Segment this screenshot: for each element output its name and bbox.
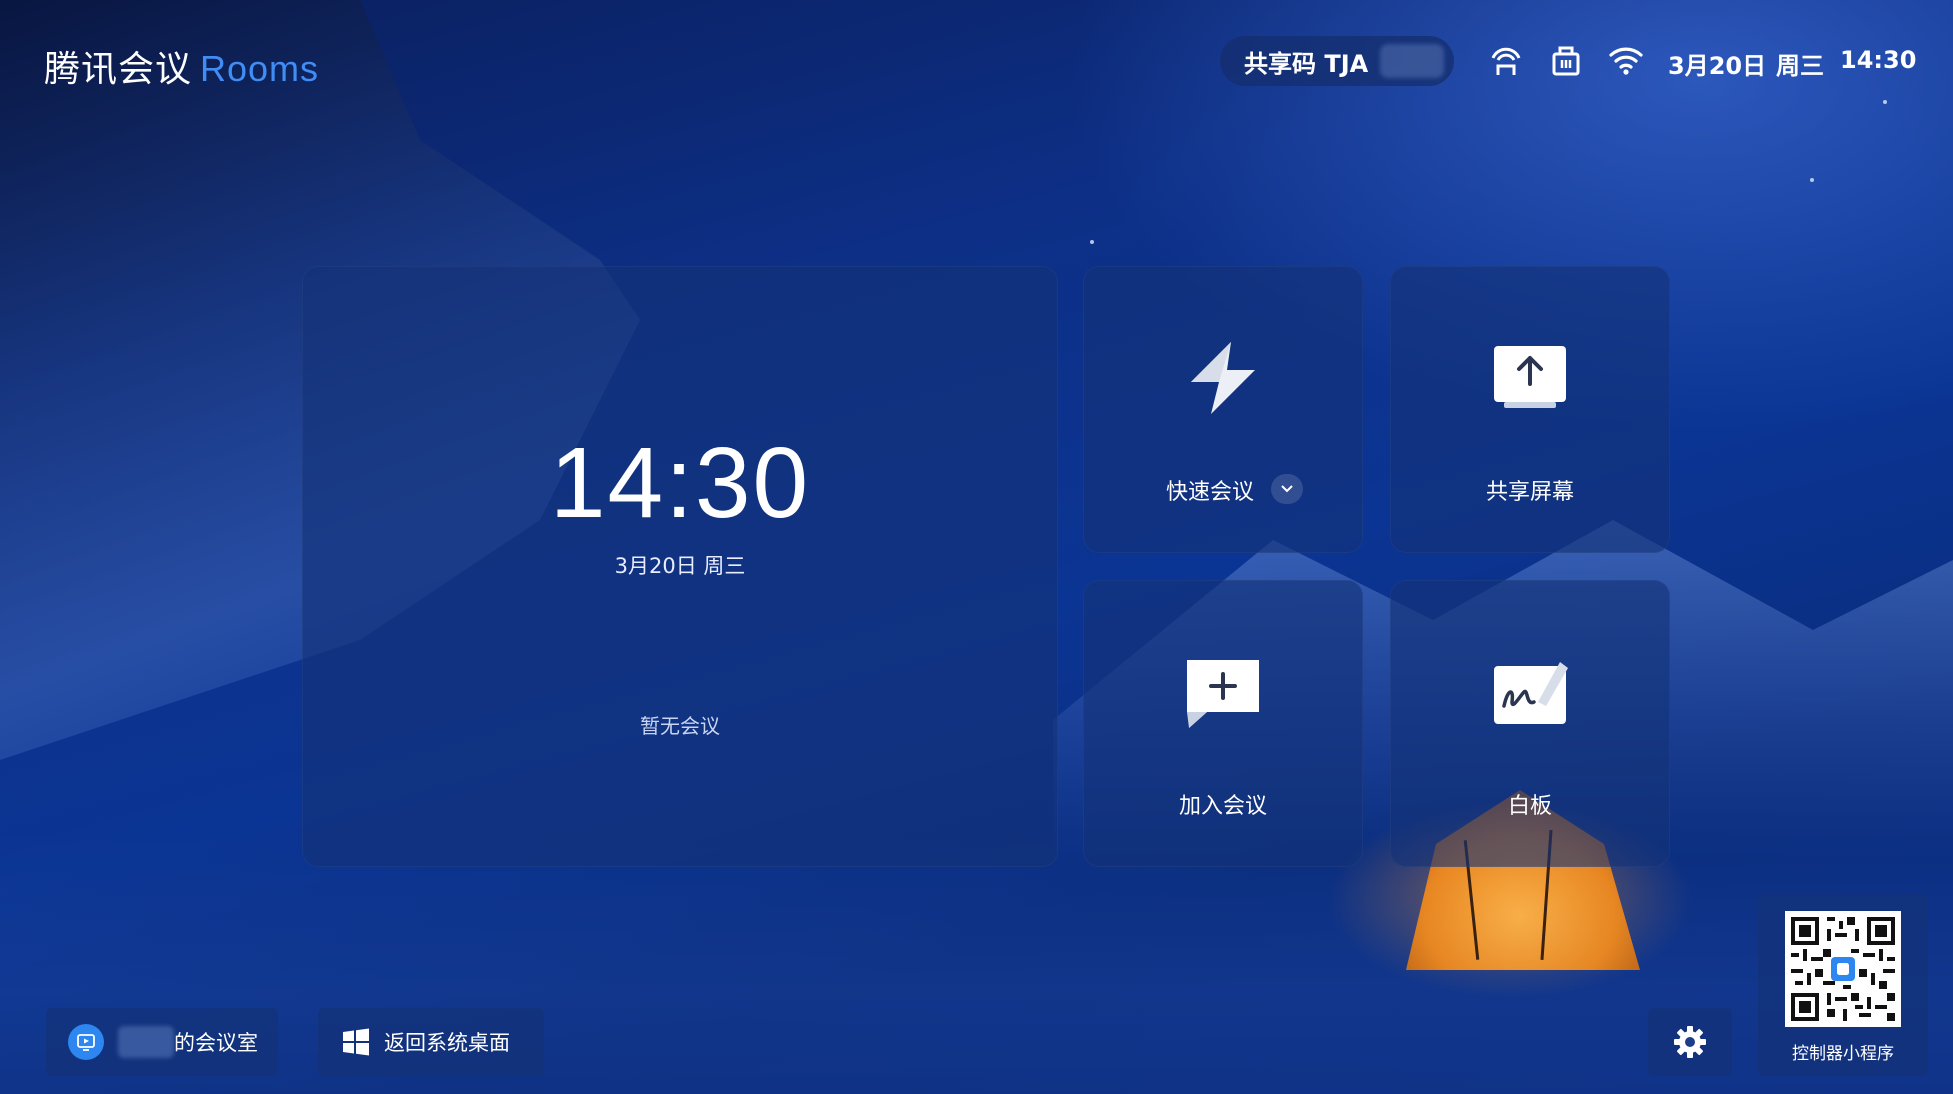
clock-card: 14:30 3月20日 周三 暂无会议 <box>302 266 1058 867</box>
controller-qr-panel[interactable]: 控制器小程序 <box>1758 893 1928 1076</box>
brand-name-cn: 腾讯会议 <box>44 49 193 90</box>
clock-time: 14:30 <box>549 427 811 539</box>
lightning-icon <box>1191 342 1255 414</box>
cast-icon[interactable] <box>1488 42 1524 78</box>
quick-meeting-dropdown[interactable] <box>1271 474 1303 504</box>
meeting-room-label: 的会议室 <box>174 1031 258 1055</box>
return-desktop-label: 返回系统桌面 <box>384 1031 510 1055</box>
quick-meeting-label: 快速会议 <box>1165 480 1254 505</box>
share-code-label: 共享码 TJA <box>1244 49 1369 78</box>
quick-meeting-button[interactable]: 快速会议 <box>1083 266 1363 553</box>
network-icon[interactable] <box>1548 42 1584 78</box>
join-meeting-icon <box>1187 660 1259 728</box>
share-code-pill[interactable]: 共享码 TJA <box>1220 36 1454 86</box>
qr-code-icon <box>1791 917 1895 1021</box>
status-weekday: 周三 <box>1776 52 1824 80</box>
star-decoration <box>1810 178 1814 182</box>
controller-qr-label: 控制器小程序 <box>1792 1044 1894 1064</box>
brand-name-en: Rooms <box>200 48 320 89</box>
no-meeting-text: 暂无会议 <box>640 714 720 738</box>
room-name-redacted <box>118 1026 174 1058</box>
status-date: 3月20日 <box>1668 52 1767 80</box>
star-decoration <box>1883 100 1887 104</box>
star-decoration <box>1090 240 1094 244</box>
windows-icon <box>343 1028 369 1056</box>
qr-code <box>1785 911 1901 1027</box>
join-meeting-label: 加入会议 <box>1178 794 1267 819</box>
whiteboard-label: 白板 <box>1507 794 1552 819</box>
join-meeting-button[interactable]: 加入会议 <box>1083 580 1363 867</box>
share-code-redacted <box>1380 44 1445 78</box>
wifi-icon[interactable] <box>1608 42 1644 78</box>
clock-date: 3月20日 周三 <box>614 554 746 578</box>
whiteboard-icon <box>1494 662 1568 724</box>
screen-play-icon <box>77 1034 95 1051</box>
share-screen-button[interactable]: 共享屏幕 <box>1390 266 1670 553</box>
share-screen-label: 共享屏幕 <box>1485 480 1574 505</box>
meeting-room-button[interactable]: 的会议室 <box>46 1008 278 1076</box>
return-desktop-button[interactable]: 返回系统桌面 <box>318 1008 544 1076</box>
chevron-down-icon <box>1281 485 1293 493</box>
whiteboard-button[interactable]: 白板 <box>1390 580 1670 867</box>
status-time: 14:30 <box>1840 46 1917 74</box>
settings-button[interactable] <box>1648 1008 1732 1076</box>
app-brand: 腾讯会议 Rooms <box>44 40 319 92</box>
room-icon <box>68 1024 104 1060</box>
gear-icon <box>1674 1026 1706 1058</box>
share-screen-icon <box>1494 346 1566 408</box>
